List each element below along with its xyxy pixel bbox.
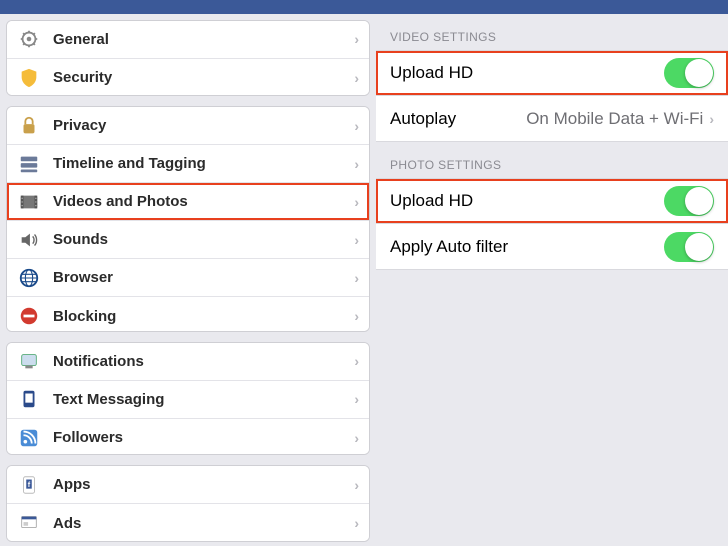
settings-row-label: Timeline and Tagging xyxy=(53,155,354,172)
settings-row-sounds[interactable]: Sounds › xyxy=(7,221,369,259)
settings-row-label: Sounds xyxy=(53,231,354,248)
settings-row-text-messaging[interactable]: Text Messaging › xyxy=(7,381,369,419)
chevron-right-icon: › xyxy=(354,156,359,172)
settings-row-label: Privacy xyxy=(53,117,354,134)
toggle-knob xyxy=(685,187,713,215)
settings-row-privacy[interactable]: Privacy › xyxy=(7,107,369,145)
ads-icon xyxy=(17,511,41,535)
block-icon xyxy=(17,304,41,328)
settings-row-followers[interactable]: Followers › xyxy=(7,419,369,456)
settings-row-apps[interactable]: f Apps › xyxy=(7,466,369,504)
autoplay-value: On Mobile Data + Wi-Fi xyxy=(526,109,703,129)
settings-row-ads[interactable]: Ads › xyxy=(7,504,369,542)
chevron-right-icon: › xyxy=(354,353,359,369)
chevron-right-icon: › xyxy=(354,391,359,407)
settings-group-3: Notifications › Text Messaging › Followe… xyxy=(6,342,370,456)
settings-row-videos-photos[interactable]: Videos and Photos › xyxy=(7,183,369,221)
chevron-right-icon: › xyxy=(709,111,714,127)
sms-icon xyxy=(17,387,41,411)
settings-row-label: Ads xyxy=(53,515,354,532)
settings-row-label: Browser xyxy=(53,269,354,286)
timeline-icon xyxy=(17,152,41,176)
apps-icon: f xyxy=(17,473,41,497)
settings-row-label: Videos and Photos xyxy=(53,193,354,210)
film-icon xyxy=(17,190,41,214)
chevron-right-icon: › xyxy=(354,515,359,531)
lock-icon xyxy=(17,114,41,138)
auto-filter-row[interactable]: Apply Auto filter xyxy=(376,224,728,270)
chevron-right-icon: › xyxy=(354,232,359,248)
video-upload-hd-toggle[interactable] xyxy=(664,58,714,88)
chevron-right-icon: › xyxy=(354,430,359,446)
row-label: Upload HD xyxy=(390,191,664,211)
settings-group-4: f Apps › Ads › xyxy=(6,465,370,542)
nav-bar-right xyxy=(376,0,728,14)
toggle-knob xyxy=(685,59,713,87)
settings-group-1: General › Security › xyxy=(6,20,370,97)
settings-row-blocking[interactable]: Blocking › xyxy=(7,297,369,332)
chevron-right-icon: › xyxy=(354,118,359,134)
globe-icon xyxy=(17,266,41,290)
settings-panel: General › Security › Privacy › Timeline … xyxy=(0,0,376,546)
chevron-right-icon: › xyxy=(354,477,359,493)
settings-row-general[interactable]: General › xyxy=(7,21,369,59)
shield-icon xyxy=(17,66,41,90)
detail-panel: VIDEO SETTINGS Upload HD Autoplay On Mob… xyxy=(376,0,728,546)
gear-icon xyxy=(17,27,41,51)
row-label: Autoplay xyxy=(390,109,526,129)
settings-row-browser[interactable]: Browser › xyxy=(7,259,369,297)
chevron-right-icon: › xyxy=(354,70,359,86)
photo-upload-hd-row[interactable]: Upload HD xyxy=(376,178,728,224)
settings-row-label: Security xyxy=(53,69,354,86)
settings-group-2: Privacy › Timeline and Tagging › Videos … xyxy=(6,106,370,332)
settings-row-label: Text Messaging xyxy=(53,391,354,408)
row-label: Apply Auto filter xyxy=(390,237,664,257)
nav-bar-left xyxy=(0,0,376,14)
photo-settings-header: PHOTO SETTINGS xyxy=(376,142,728,178)
settings-row-label: Followers xyxy=(53,429,354,446)
settings-row-label: Notifications xyxy=(53,353,354,370)
row-label: Upload HD xyxy=(390,63,664,83)
autoplay-row[interactable]: Autoplay On Mobile Data + Wi-Fi › xyxy=(376,96,728,142)
speaker-icon xyxy=(17,228,41,252)
chevron-right-icon: › xyxy=(354,31,359,47)
settings-row-label: Blocking xyxy=(53,308,354,325)
toggle-knob xyxy=(685,233,713,261)
settings-row-security[interactable]: Security › xyxy=(7,59,369,97)
chevron-right-icon: › xyxy=(354,270,359,286)
settings-row-timeline[interactable]: Timeline and Tagging › xyxy=(7,145,369,183)
chevron-right-icon: › xyxy=(354,194,359,210)
settings-row-label: Apps xyxy=(53,476,354,493)
video-upload-hd-row[interactable]: Upload HD xyxy=(376,50,728,96)
chevron-right-icon: › xyxy=(354,308,359,324)
settings-row-label: General xyxy=(53,31,354,48)
auto-filter-toggle[interactable] xyxy=(664,232,714,262)
settings-row-notifications[interactable]: Notifications › xyxy=(7,343,369,381)
notifications-icon xyxy=(17,349,41,373)
photo-upload-hd-toggle[interactable] xyxy=(664,186,714,216)
rss-icon xyxy=(17,426,41,450)
video-settings-header: VIDEO SETTINGS xyxy=(376,14,728,50)
